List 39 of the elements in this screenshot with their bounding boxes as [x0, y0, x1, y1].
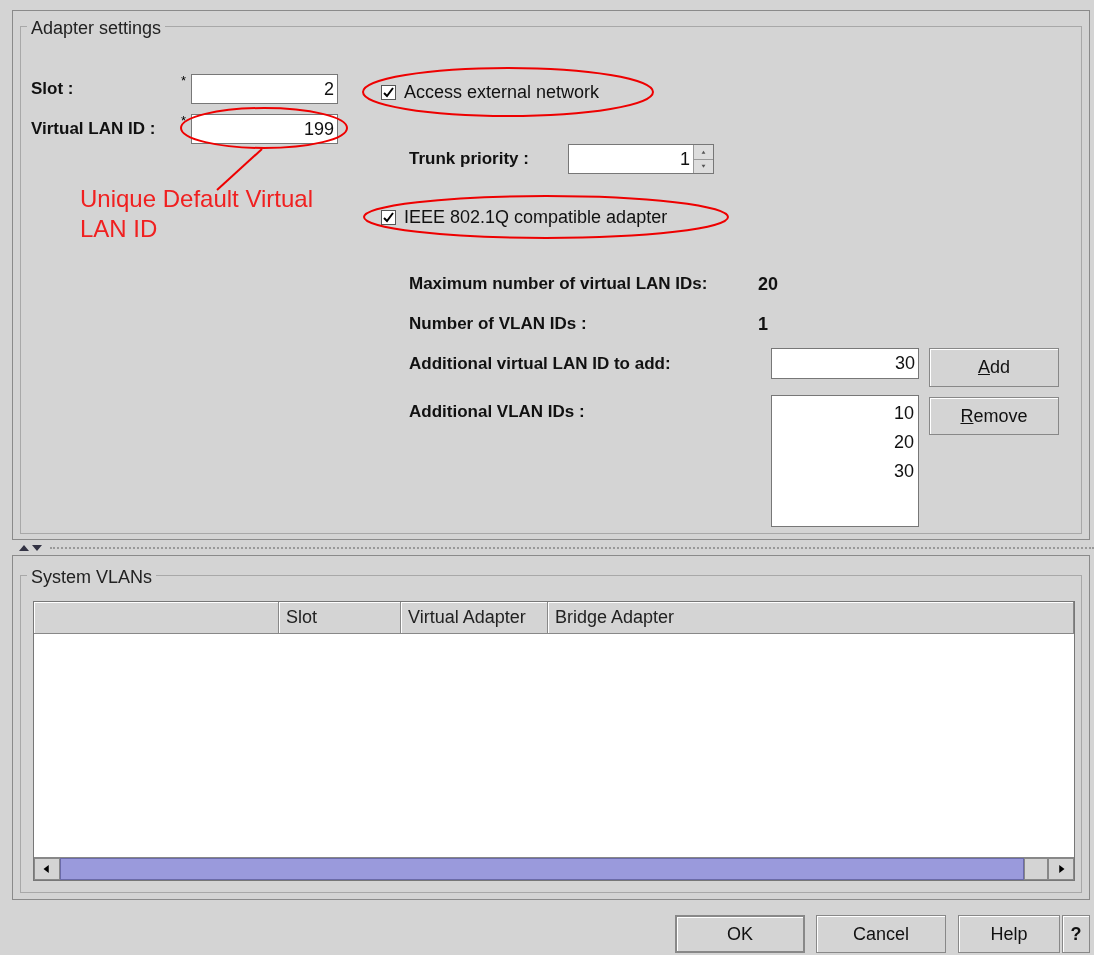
- column-header[interactable]: Virtual Adapter: [401, 602, 548, 633]
- field-label: Additional virtual LAN ID to add:: [409, 352, 672, 375]
- column-header[interactable]: Bridge Adapter: [548, 602, 1074, 633]
- field-label: Additional VLAN IDs :: [409, 401, 586, 423]
- list-item[interactable]: 10: [893, 400, 914, 429]
- text-field[interactable]: 2: [191, 74, 338, 104]
- text-field[interactable]: 30: [771, 348, 919, 379]
- required-mark: *: [181, 114, 188, 127]
- remove-button[interactable]: Remove: [929, 397, 1059, 435]
- column-header[interactable]: Slot: [279, 602, 401, 633]
- field-value: 20: [758, 272, 779, 296]
- field-label: Virtual LAN ID :: [31, 118, 157, 141]
- field-label: Number of VLAN IDs :: [409, 313, 588, 336]
- horizontal-scrollbar[interactable]: [34, 857, 1074, 880]
- required-mark: *: [181, 74, 188, 87]
- text-field[interactable]: 199: [191, 114, 338, 144]
- field-label: Maximum number of virtual LAN IDs:: [409, 273, 709, 296]
- add-button[interactable]: Add: [929, 348, 1059, 387]
- scroll-right-icon[interactable]: [1048, 858, 1074, 880]
- id-list[interactable]: 10 20 30: [771, 395, 919, 527]
- checkbox-label: Access external network: [404, 80, 600, 104]
- scroll-left-icon[interactable]: [34, 858, 60, 880]
- help-icon-button[interactable]: ?: [1062, 915, 1090, 953]
- dialog-button[interactable]: Help: [958, 915, 1060, 953]
- checkmark-icon: [383, 211, 394, 223]
- checkbox-label: IEEE 802.1Q compatible adapter: [404, 205, 668, 229]
- list-item[interactable]: 20: [893, 429, 914, 458]
- list-item[interactable]: 30: [893, 458, 914, 487]
- spinner-field[interactable]: 1: [568, 144, 714, 174]
- field-label: Trunk priority :: [409, 148, 530, 171]
- dialog-button[interactable]: OK: [675, 915, 805, 953]
- checkbox[interactable]: [381, 209, 396, 225]
- leader-line: [216, 148, 263, 191]
- checkbox[interactable]: [381, 84, 396, 100]
- field-label: Slot :: [31, 78, 75, 101]
- callout-text: Unique Default Virtual LAN ID: [80, 184, 315, 244]
- field-value: 1: [758, 312, 768, 336]
- dialog-button[interactable]: Cancel: [816, 915, 946, 953]
- checkmark-icon: [383, 86, 394, 98]
